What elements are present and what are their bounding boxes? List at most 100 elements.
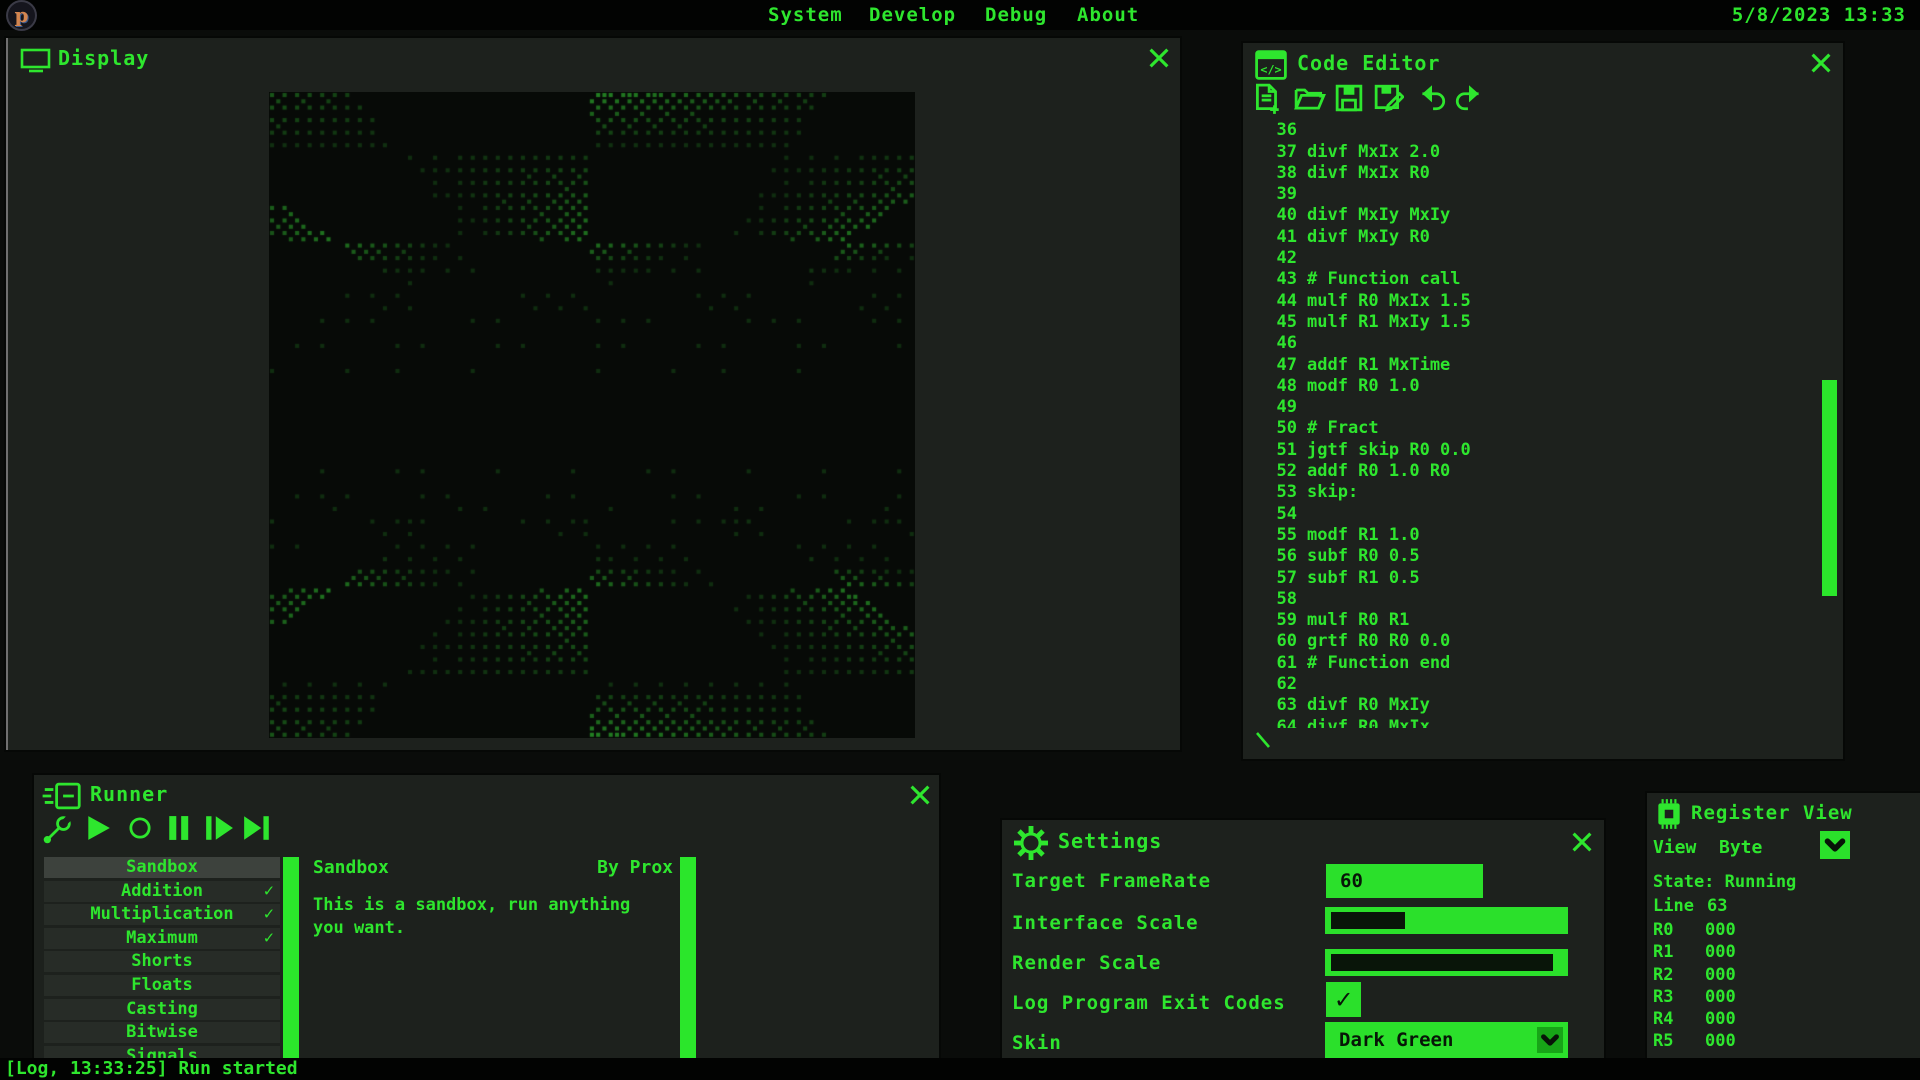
program-list-item-multiplication[interactable]: Multiplication✓	[44, 904, 280, 925]
view-label: View	[1653, 837, 1696, 858]
new-file-icon[interactable]	[1253, 83, 1283, 113]
line-number: 50	[1271, 418, 1297, 439]
line-text: divf MxIx R0	[1307, 163, 1430, 183]
runner-close-button[interactable]	[908, 783, 932, 807]
step-button-icon[interactable]	[204, 813, 234, 843]
code-line: 59mulf R0 R1	[1271, 610, 1811, 631]
program-list-item-sandbox[interactable]: Sandbox	[44, 857, 280, 878]
program-list-item-addition[interactable]: Addition✓	[44, 881, 280, 902]
menu-develop[interactable]: Develop	[869, 4, 956, 26]
program-list-item-casting[interactable]: Casting	[44, 999, 280, 1020]
settings-close-button[interactable]	[1570, 830, 1594, 854]
code-editor-close-button[interactable]	[1809, 51, 1833, 75]
program-label: Maximum	[126, 928, 198, 948]
code-text-area[interactable]: 35mulf MxIx MxIx3637divf MxIx 2.038divf …	[1271, 115, 1811, 728]
program-label: Sandbox	[126, 857, 198, 877]
program-label: Shorts	[131, 951, 192, 971]
register-row-r4: R4000	[1653, 1009, 1913, 1031]
chip-icon	[1653, 798, 1685, 830]
line-number: 48	[1271, 376, 1297, 397]
line-number: 61	[1271, 653, 1297, 674]
play-button-icon[interactable]	[84, 813, 114, 843]
program-label: Casting	[126, 999, 198, 1019]
line-text: modf R0 1.0	[1307, 376, 1420, 396]
render-scale-label: Render Scale	[1012, 952, 1161, 974]
menu-about[interactable]: About	[1077, 4, 1139, 26]
svg-text:</>: </>	[1260, 63, 1281, 77]
line-number: 47	[1271, 355, 1297, 376]
display-close-button[interactable]	[1147, 46, 1171, 70]
status-text: [Log, 13:33:25] Run started	[5, 1058, 298, 1079]
pause-button-icon[interactable]	[166, 813, 196, 843]
runner-window: Runner SandboxAddition✓Multi	[34, 775, 939, 1062]
register-row-r0: R0000	[1653, 920, 1913, 942]
view-mode-value: Byte	[1719, 837, 1762, 858]
register-name: R2	[1653, 965, 1673, 985]
render-scale-slider[interactable]	[1325, 949, 1568, 976]
open-folder-icon[interactable]	[1294, 83, 1324, 113]
register-name: R5	[1653, 1031, 1673, 1051]
line-text: divf R0 MxIx	[1307, 717, 1430, 728]
register-row-r5: R5000	[1653, 1031, 1913, 1053]
line-number: 40	[1271, 205, 1297, 226]
log-exit-codes-label: Log Program Exit Codes	[1012, 992, 1286, 1014]
target-framerate-input[interactable]: 60	[1326, 864, 1483, 898]
undo-icon[interactable]	[1416, 83, 1446, 113]
interface-scale-slider[interactable]	[1325, 907, 1568, 934]
line-number: 55	[1271, 525, 1297, 546]
line-number: 57	[1271, 568, 1297, 589]
skip-to-end-button-icon[interactable]	[242, 813, 272, 843]
line-text: # Fract	[1307, 418, 1379, 438]
code-line: 64divf R0 MxIx	[1271, 717, 1811, 728]
code-icon: </>	[1255, 50, 1287, 80]
program-label: Bitwise	[126, 1022, 198, 1042]
wrench-icon[interactable]	[42, 815, 72, 845]
check-icon: ✓	[264, 928, 274, 949]
line-text: # Function call	[1307, 269, 1461, 289]
save-icon[interactable]	[1335, 83, 1365, 113]
line-text: divf MxIy R0	[1307, 227, 1430, 247]
menu-system[interactable]: System	[768, 4, 843, 26]
settings-window: Settings Target FrameRate 60 Interface S…	[1002, 820, 1604, 1060]
code-line: 39	[1271, 184, 1811, 205]
line-number: 52	[1271, 461, 1297, 482]
program-list-item-shorts[interactable]: Shorts	[44, 951, 280, 972]
line-number: 62	[1271, 674, 1297, 695]
target-framerate-label: Target FrameRate	[1012, 870, 1211, 892]
save-as-icon[interactable]	[1374, 83, 1404, 113]
program-list-item-floats[interactable]: Floats	[44, 975, 280, 996]
register-value: 000	[1705, 987, 1736, 1007]
code-line: 58	[1271, 589, 1811, 610]
line-number: 41	[1271, 227, 1297, 248]
view-mode-dropdown-button[interactable]	[1820, 831, 1850, 859]
resize-handle-icon[interactable]	[1255, 731, 1273, 749]
code-editor-scrollbar[interactable]	[1822, 380, 1837, 596]
register-view-window: Register View View Byte State: Running L…	[1647, 793, 1920, 1060]
menu-debug[interactable]: Debug	[985, 4, 1047, 26]
check-icon: ✓	[264, 881, 274, 902]
line-text: jgtf skip R0 0.0	[1307, 440, 1471, 460]
line-text: addf R1 MxTime	[1307, 355, 1450, 375]
line-text: divf R0 MxIy	[1307, 695, 1430, 715]
code-line: 43# Function call	[1271, 269, 1811, 290]
code-line: 54	[1271, 504, 1811, 525]
skin-dropdown[interactable]: Dark Green	[1325, 1022, 1568, 1058]
stop-button-icon[interactable]	[126, 813, 156, 843]
line-number: 54	[1271, 504, 1297, 525]
program-label: Floats	[131, 975, 192, 995]
line-number: 44	[1271, 291, 1297, 312]
line-number: 42	[1271, 248, 1297, 269]
code-line: 47 addf R1 MxTime	[1271, 355, 1811, 376]
line-number: 39	[1271, 184, 1297, 205]
register-value: 000	[1705, 1009, 1736, 1029]
redo-icon[interactable]	[1453, 83, 1483, 113]
code-line: 61# Function end	[1271, 653, 1811, 674]
detail-panel-scrollbar[interactable]	[680, 857, 696, 1060]
program-list-scrollbar[interactable]	[283, 857, 299, 1060]
code-line: 57subf R1 0.5	[1271, 568, 1811, 589]
program-list-item-bitwise[interactable]: Bitwise	[44, 1022, 280, 1043]
log-exit-codes-checkbox[interactable]: ✓	[1326, 982, 1361, 1017]
code-line: 46	[1271, 333, 1811, 354]
program-list-item-maximum[interactable]: Maximum ✓	[44, 928, 280, 949]
monitor-icon	[20, 47, 52, 73]
